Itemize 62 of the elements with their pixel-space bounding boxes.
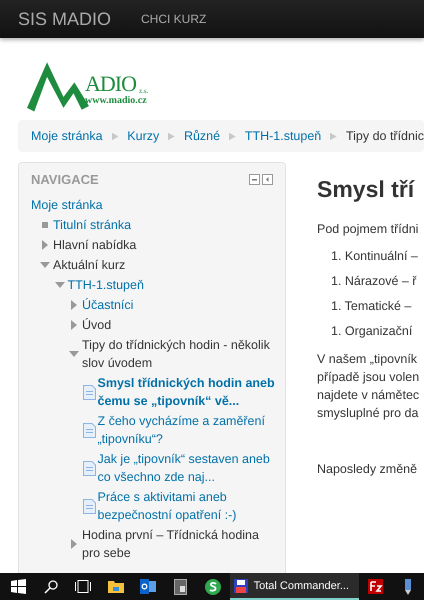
breadcrumb-link[interactable]: Moje stránka (31, 129, 103, 143)
last-modified-text: Naposledy změně (317, 462, 418, 476)
page-icon (82, 460, 96, 476)
logo-name: ADIO (85, 73, 136, 95)
breadcrumb-link[interactable]: Různé (184, 129, 220, 143)
breadcrumb-link[interactable]: Kurzy (127, 129, 160, 143)
bullet-icon (42, 222, 48, 228)
tree-item[interactable]: Práce s aktivitami aneb bezpečnostní opatření :-) (98, 488, 277, 524)
tree-item[interactable]: TTH-1.stupeň (68, 276, 144, 294)
filezilla-icon[interactable] (368, 579, 383, 594)
nav-link[interactable]: CHCI KURZ (141, 12, 206, 26)
tree-item[interactable]: Smysl třídnických hodin aneb čemu se „tipovník“ vě... (98, 374, 277, 410)
logo-url: www.madio.cz (85, 95, 148, 106)
tree-item: Tipy do třídnických hodin - několik slov úvodem (82, 337, 271, 372)
tree-item[interactable]: Titulní stránka (53, 216, 132, 234)
collapsed-arrow-icon[interactable] (71, 300, 77, 310)
breadcrumb-link[interactable]: TTH-1.stupeň (244, 129, 322, 143)
list-item: 1. Kontinuální – (330, 248, 419, 265)
s-letter-app-icon[interactable] (205, 578, 222, 594)
tree-item[interactable]: Moje stránka (31, 196, 103, 214)
paragraph-line: V našem „tipovník (317, 351, 418, 368)
paragraph-line: najdete v námětec (317, 387, 420, 404)
collapsed-arrow-icon[interactable] (42, 240, 48, 250)
expanded-arrow-icon[interactable] (69, 351, 79, 357)
breadcrumb-separator-icon (168, 132, 175, 140)
paragraph-line: případě jsou volen (317, 369, 420, 386)
windows-start-icon[interactable] (10, 579, 26, 594)
breadcrumb-separator-icon (229, 132, 236, 140)
collapsed-arrow-icon[interactable] (71, 539, 77, 549)
page-icon (82, 498, 96, 514)
page-heading: Smysl tří (317, 176, 416, 203)
mail-app-icon[interactable] (140, 579, 156, 594)
expanded-arrow-icon[interactable] (40, 262, 50, 268)
intro-text: Pod pojmem třídni (317, 222, 420, 236)
paragraph-line: smysluplné pro da (317, 405, 420, 422)
list-item: 1. Tematické – (330, 298, 412, 315)
tree-item[interactable]: Z čeho vycházíme a zaměření „tipovníku“? (98, 412, 277, 448)
task-view-icon[interactable] (74, 580, 92, 593)
breadcrumb-separator-icon (112, 132, 118, 140)
search-icon[interactable] (44, 580, 58, 594)
breadcrumb-separator-icon (330, 132, 337, 140)
app-icon[interactable] (174, 578, 188, 594)
collapsed-arrow-icon[interactable] (71, 320, 77, 330)
list-item: 1. Organizační (330, 323, 414, 340)
taskbar-window-button[interactable]: Total Commander... (230, 573, 359, 600)
breadcrumb-current: Tipy do třídnic (346, 129, 424, 143)
tree-item: Úvod (82, 317, 112, 334)
folder-icon[interactable] (108, 580, 124, 593)
dock-icon[interactable] (262, 174, 273, 185)
tree-item: Hodina první – Třídnická hodina pro sebe (82, 527, 260, 562)
collapse-icon[interactable] (249, 174, 260, 185)
expanded-arrow-icon[interactable] (54, 282, 64, 288)
tree-item: Hlavní nabídka (53, 237, 136, 254)
pen-icon[interactable] (404, 578, 412, 594)
tree-item[interactable]: Jak je „tipovník“ sestaven aneb co všechno zde naj... (98, 450, 277, 486)
tree-item[interactable]: Účastníci (82, 296, 134, 314)
list-item: 1. Nárazové – ř (330, 273, 418, 290)
panel-title: NAVIGACE (31, 172, 99, 187)
page-icon (82, 422, 96, 438)
tree-item: Aktuální kurz (53, 257, 126, 274)
page-icon (82, 384, 96, 400)
brand-link[interactable]: SIS MADIO (18, 8, 112, 30)
